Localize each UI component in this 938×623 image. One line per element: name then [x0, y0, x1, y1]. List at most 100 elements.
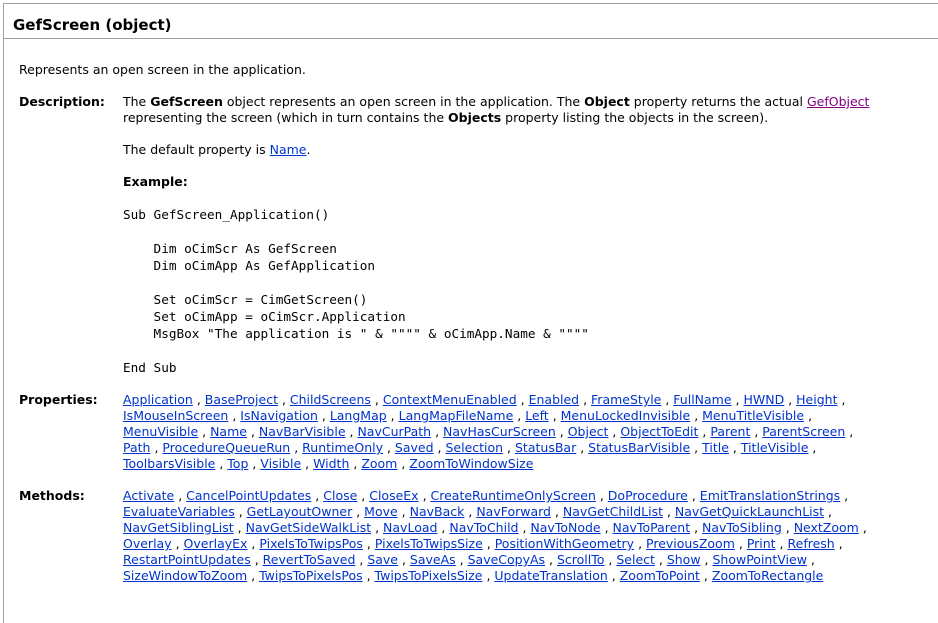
method-link-pixelstotwipssize[interactable]: PixelsToTwipsSize: [375, 536, 483, 551]
property-link-parent[interactable]: Parent: [710, 424, 750, 439]
code-example: Sub GefScreen_Application() Dim oCimScr …: [123, 206, 589, 376]
default-property-paragraph: The default property is Name.: [123, 142, 928, 158]
method-link-show[interactable]: Show: [667, 552, 701, 567]
method-link-navtonode[interactable]: NavToNode: [530, 520, 600, 535]
method-link-navback[interactable]: NavBack: [410, 504, 465, 519]
method-link-pixelstotwipspos[interactable]: PixelsToTwipsPos: [259, 536, 363, 551]
property-link-objecttoedit[interactable]: ObjectToEdit: [620, 424, 698, 439]
method-link-scrollto[interactable]: ScrollTo: [557, 552, 604, 567]
method-link-navgetquicklaunchlist[interactable]: NavGetQuickLaunchList: [675, 504, 824, 519]
method-link-save[interactable]: Save: [367, 552, 398, 567]
method-link-move[interactable]: Move: [364, 504, 398, 519]
property-link-langmapfilename[interactable]: LangMapFileName: [399, 408, 514, 423]
property-link-visible[interactable]: Visible: [260, 456, 301, 471]
method-link-closeex[interactable]: CloseEx: [369, 488, 418, 503]
title-bar: GefScreen (object): [4, 9, 938, 39]
method-link-showpointview[interactable]: ShowPointView: [712, 552, 806, 567]
gefobject-link[interactable]: GefObject: [807, 94, 870, 109]
property-link-childscreens[interactable]: ChildScreens: [290, 392, 371, 407]
method-link-refresh[interactable]: Refresh: [788, 536, 835, 551]
separator-comma: ,: [548, 408, 561, 423]
method-link-saveas[interactable]: SaveAs: [410, 552, 456, 567]
method-link-nextzoom[interactable]: NextZoom: [794, 520, 859, 535]
method-link-zoomtopoint[interactable]: ZoomToPoint: [620, 568, 700, 583]
property-link-procedurequeuerun[interactable]: ProcedureQueueRun: [162, 440, 290, 455]
property-link-isnavigation[interactable]: IsNavigation: [240, 408, 318, 423]
property-link-navhascurscreen[interactable]: NavHasCurScreen: [443, 424, 556, 439]
property-link-langmap[interactable]: LangMap: [330, 408, 387, 423]
property-link-left[interactable]: Left: [525, 408, 549, 423]
property-link-menulockedinvisible[interactable]: MenuLockedInvisible: [561, 408, 691, 423]
method-link-getlayoutowner[interactable]: GetLayoutOwner: [247, 504, 353, 519]
method-link-activate[interactable]: Activate: [123, 488, 174, 503]
method-link-zoomtorectangle[interactable]: ZoomToRectangle: [712, 568, 823, 583]
method-link-createruntimeonlyscreen[interactable]: CreateRuntimeOnlyScreen: [431, 488, 596, 503]
method-link-evaluatevariables[interactable]: EvaluateVariables: [123, 504, 235, 519]
method-link-emittranslationstrings[interactable]: EmitTranslationStrings: [700, 488, 840, 503]
property-link-navbarvisible[interactable]: NavBarVisible: [259, 424, 346, 439]
method-link-navgetchildlist[interactable]: NavGetChildList: [563, 504, 663, 519]
property-link-fullname[interactable]: FullName: [673, 392, 731, 407]
property-link-titlevisible[interactable]: TitleVisible: [741, 440, 809, 455]
method-link-navgetsidewalklist[interactable]: NavGetSideWalkList: [246, 520, 372, 535]
method-link-select[interactable]: Select: [616, 552, 655, 567]
separator-comma: ,: [171, 536, 184, 551]
method-link-print[interactable]: Print: [747, 536, 776, 551]
property-link-width[interactable]: Width: [313, 456, 349, 471]
method-link-doprocedure[interactable]: DoProcedure: [608, 488, 688, 503]
property-link-title[interactable]: Title: [702, 440, 729, 455]
property-link-statusbarvisible[interactable]: StatusBarVisible: [588, 440, 690, 455]
method-link-navtoparent[interactable]: NavToParent: [613, 520, 691, 535]
property-link-navcurpath[interactable]: NavCurPath: [357, 424, 431, 439]
method-link-reverttosaved[interactable]: RevertToSaved: [263, 552, 356, 567]
method-link-positionwithgeometry[interactable]: PositionWithGeometry: [495, 536, 634, 551]
property-link-toolbarsvisible[interactable]: ToolbarsVisible: [123, 456, 215, 471]
property-link-enabled[interactable]: Enabled: [529, 392, 580, 407]
property-link-statusbar[interactable]: StatusBar: [515, 440, 576, 455]
properties-list: Application , BaseProject , ChildScreens…: [123, 392, 928, 472]
property-link-ismouseinscreen[interactable]: IsMouseInScreen: [123, 408, 228, 423]
method-link-close[interactable]: Close: [323, 488, 357, 503]
separator-comma: ,: [247, 568, 260, 583]
property-link-contextmenuenabled[interactable]: ContextMenuEnabled: [383, 392, 517, 407]
property-link-hwnd[interactable]: HWND: [743, 392, 784, 407]
method-link-overlayex[interactable]: OverlayEx: [184, 536, 248, 551]
property-link-saved[interactable]: Saved: [395, 440, 434, 455]
method-link-updatetranslation[interactable]: UpdateTranslation: [494, 568, 607, 583]
property-link-path[interactable]: Path: [123, 440, 150, 455]
method-link-twipstopixelssize[interactable]: TwipsToPixelsSize: [375, 568, 483, 583]
method-link-sizewindowtozoom[interactable]: SizeWindowToZoom: [123, 568, 247, 583]
method-link-navtochild[interactable]: NavToChild: [449, 520, 518, 535]
method-link-restartpointupdates[interactable]: RestartPointUpdates: [123, 552, 251, 567]
property-link-zoomtowindowsize[interactable]: ZoomToWindowSize: [409, 456, 533, 471]
property-link-object[interactable]: Object: [568, 424, 609, 439]
method-link-cancelpointupdates[interactable]: CancelPointUpdates: [186, 488, 311, 503]
property-link-top[interactable]: Top: [227, 456, 248, 471]
method-link-savecopyas[interactable]: SaveCopyAs: [468, 552, 545, 567]
method-link-navtosibling[interactable]: NavToSibling: [702, 520, 782, 535]
method-link-navgetsiblinglist[interactable]: NavGetSiblingList: [123, 520, 234, 535]
method-link-twipstopixelspos[interactable]: TwipsToPixelsPos: [259, 568, 363, 583]
method-link-previouszoom[interactable]: PreviousZoom: [646, 536, 735, 551]
name-property-link[interactable]: Name: [270, 142, 307, 157]
property-link-selection[interactable]: Selection: [445, 440, 503, 455]
property-link-framestyle[interactable]: FrameStyle: [591, 392, 661, 407]
property-link-application[interactable]: Application: [123, 392, 193, 407]
property-list-line: IsMouseInScreen , IsNavigation , LangMap…: [123, 408, 928, 424]
method-link-navload[interactable]: NavLoad: [383, 520, 437, 535]
property-link-height[interactable]: Height: [796, 392, 837, 407]
separator-comma: ,: [608, 424, 621, 439]
property-link-runtimeonly[interactable]: RuntimeOnly: [302, 440, 383, 455]
property-link-zoom[interactable]: Zoom: [361, 456, 397, 471]
method-link-navforward[interactable]: NavForward: [476, 504, 551, 519]
property-link-parentscreen[interactable]: ParentScreen: [762, 424, 845, 439]
separator-comma: ,: [503, 440, 515, 455]
method-link-overlay[interactable]: Overlay: [123, 536, 172, 551]
property-link-menuvisible[interactable]: MenuVisible: [123, 424, 198, 439]
property-link-name[interactable]: Name: [210, 424, 247, 439]
separator-comma: ,: [698, 424, 711, 439]
property-link-menutitlevisible[interactable]: MenuTitleVisible: [702, 408, 804, 423]
separator-comma: ,: [345, 424, 358, 439]
property-link-baseproject[interactable]: BaseProject: [205, 392, 278, 407]
